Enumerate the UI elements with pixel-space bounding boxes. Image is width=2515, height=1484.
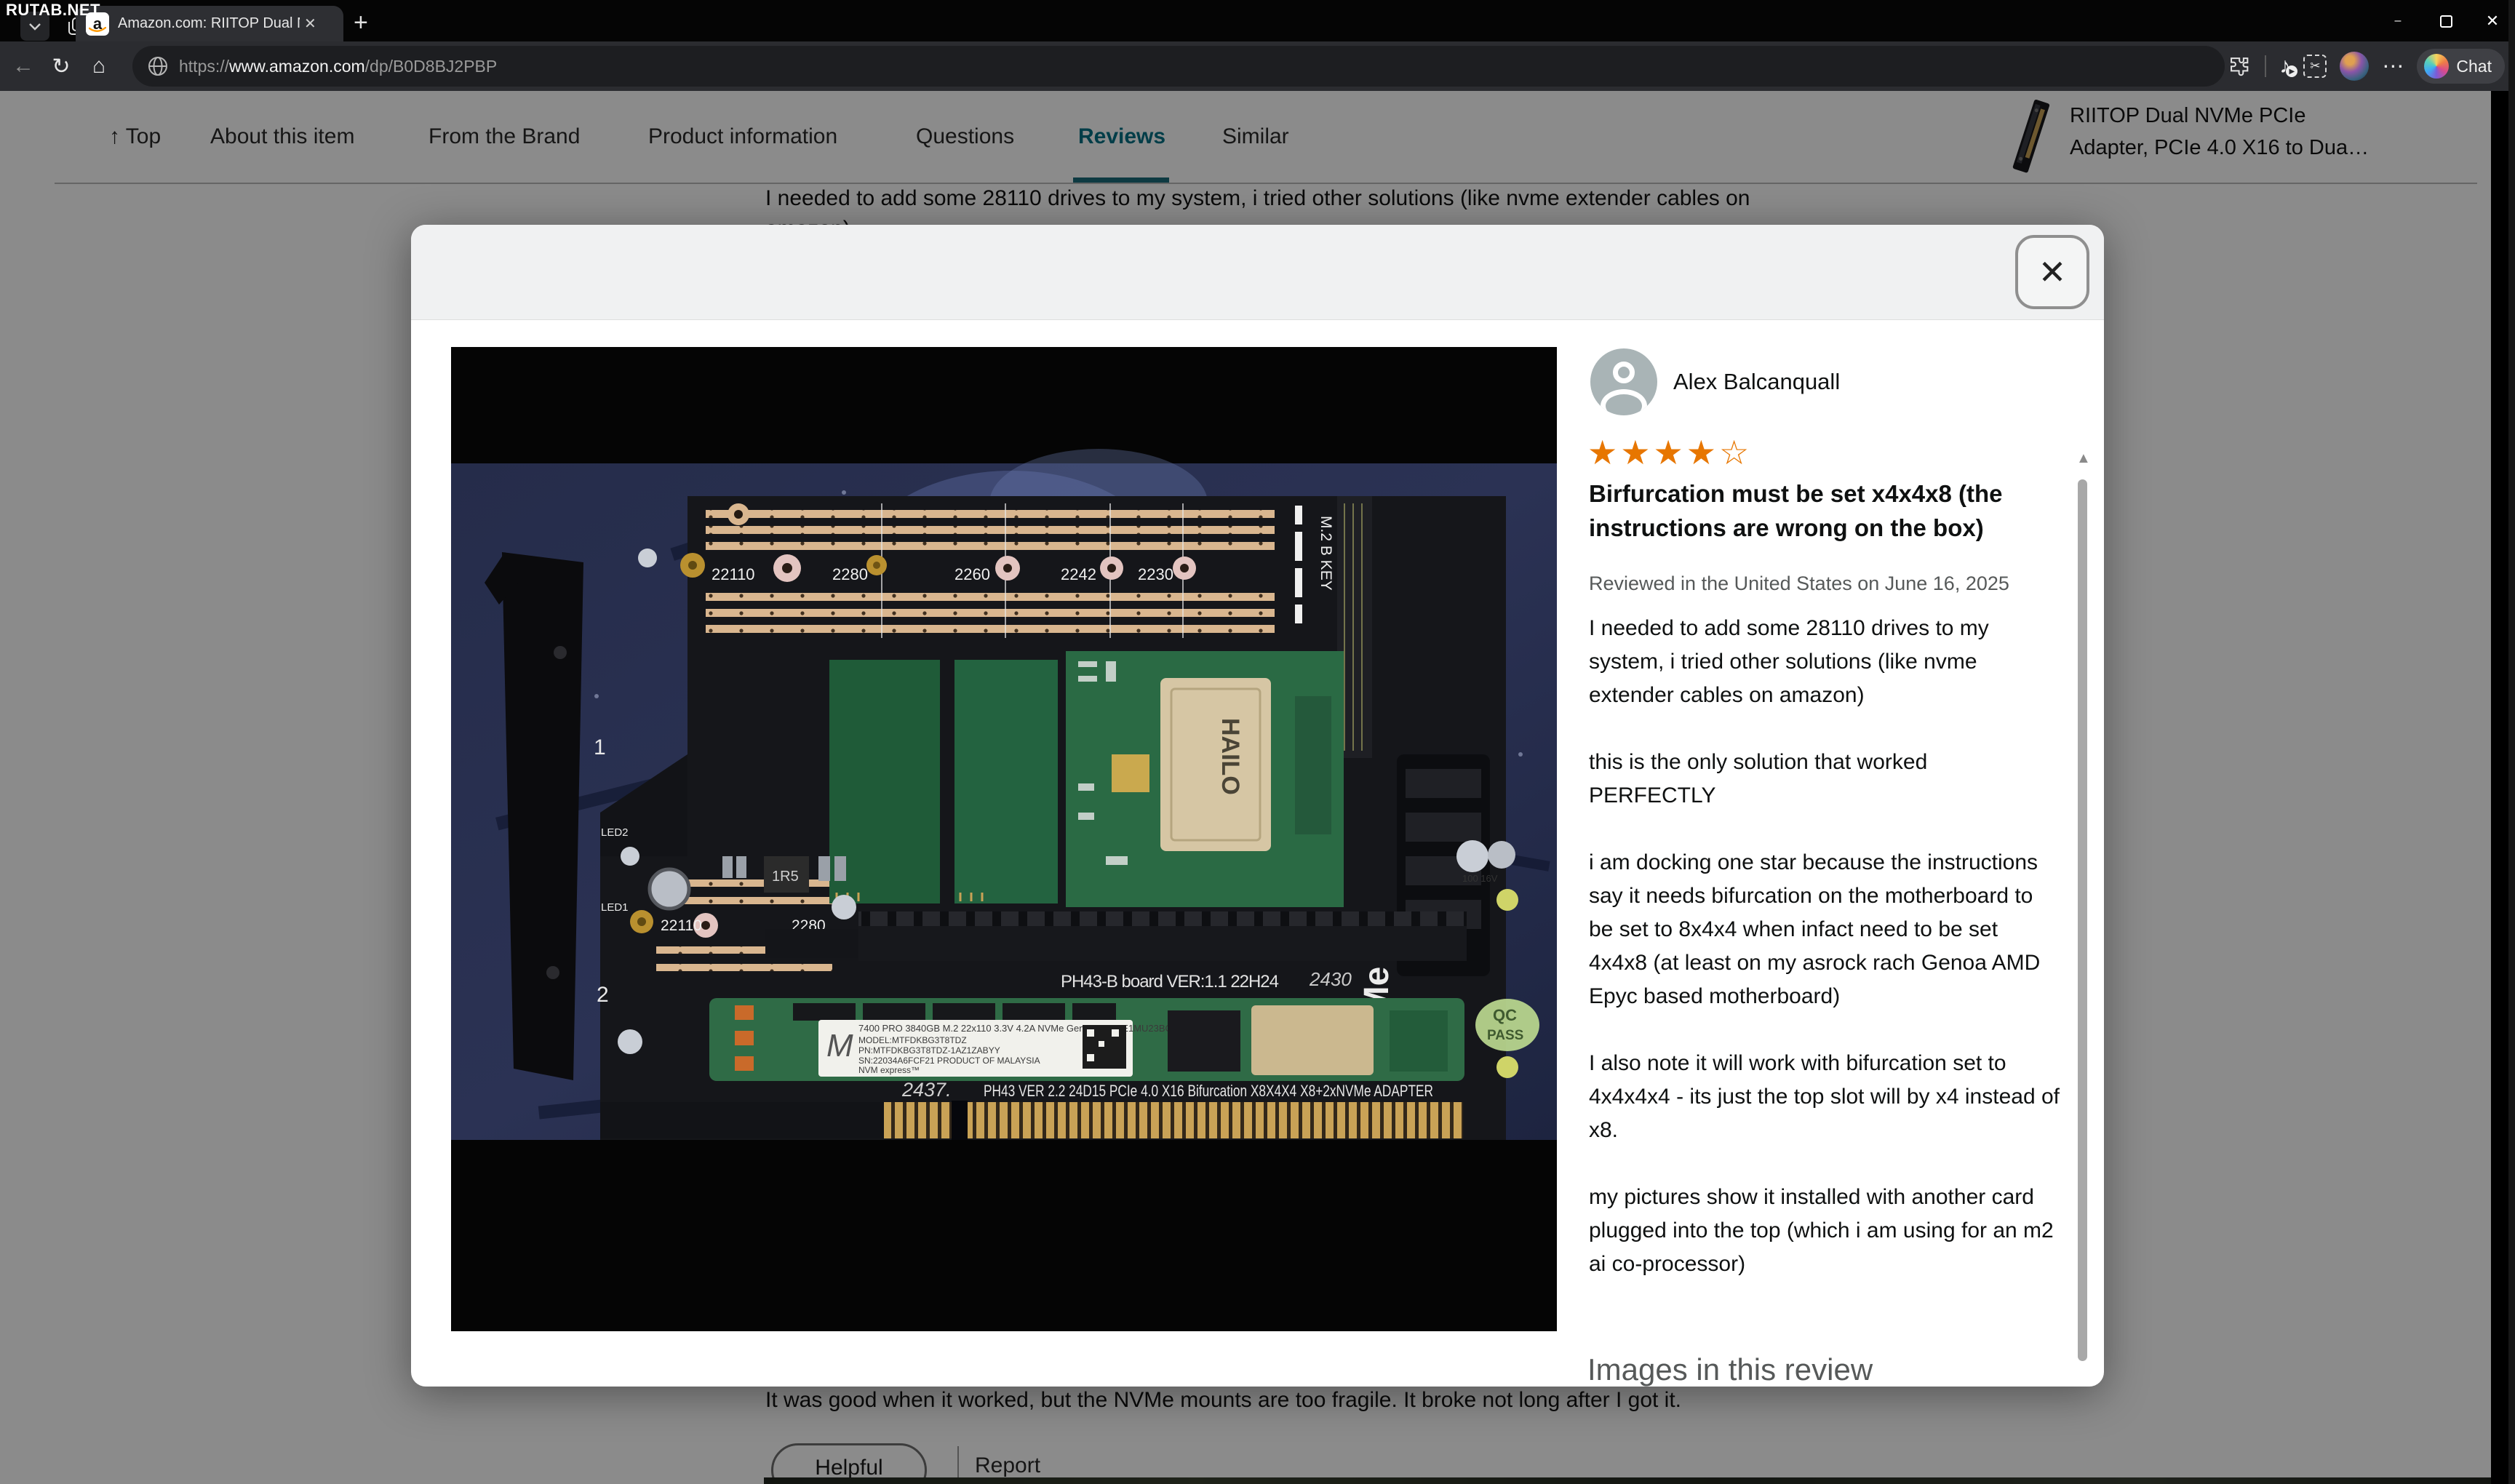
play-badge-icon: ▶ bbox=[2286, 65, 2297, 77]
review-paragraph: my pictures show it installed with anoth… bbox=[1589, 1181, 2060, 1281]
cap-label: 100 16V bbox=[1462, 873, 1498, 884]
handwritten-2437: 2437. bbox=[901, 1079, 952, 1101]
maximize-icon bbox=[2440, 15, 2452, 28]
panel-scroll-up-icon[interactable]: ▲ bbox=[2076, 450, 2091, 467]
review-paragraph: I needed to add some 28110 drives to my … bbox=[1589, 612, 2060, 712]
reviewer-name[interactable]: Alex Balcanquall bbox=[1673, 369, 1840, 395]
images-in-review-heading: Images in this review bbox=[1587, 1352, 1873, 1387]
ssd-label-line3: PN:MTFDKBG3T8TDZ-1AZ1ZABYY bbox=[858, 1045, 1000, 1056]
qc-label-1: QC bbox=[1493, 1006, 1517, 1024]
media-controls-icon[interactable]: ♪▶ bbox=[2279, 54, 2290, 79]
settings-menu-icon[interactable]: ⋯ bbox=[2382, 54, 2404, 79]
toolbar-divider bbox=[2265, 55, 2266, 77]
review-panel: Alex Balcanquall ★★★★☆ Birfurcation must… bbox=[1586, 341, 2095, 1360]
browser-chrome: a Amazon.com: RIITOP Dual NVMe P ✕ + – ✕… bbox=[0, 0, 2515, 91]
led2-label: LED2 bbox=[601, 826, 629, 839]
profile-avatar[interactable] bbox=[2340, 52, 2369, 81]
board1-silkscreen: PH43-B board VER:1.1 22H24 bbox=[1061, 972, 1279, 992]
star-rating: ★★★★☆ bbox=[1587, 433, 1752, 472]
window-edge bbox=[2508, 0, 2515, 1484]
inductor-label: 1R5 bbox=[772, 869, 799, 885]
review-paragraph: this is the only solution that worked PE… bbox=[1589, 746, 2060, 813]
slot2-number: 2 bbox=[597, 983, 609, 1007]
svg-text:2230: 2230 bbox=[1138, 565, 1173, 583]
tab-close-icon[interactable]: ✕ bbox=[304, 15, 316, 33]
hailo-chip-label: HAILO bbox=[1216, 718, 1244, 795]
m2-key-label: M.2 B KEY bbox=[1318, 516, 1334, 591]
svg-text:22110: 22110 bbox=[712, 565, 755, 583]
led1-label: LED1 bbox=[601, 901, 629, 914]
svg-text:2280: 2280 bbox=[832, 565, 868, 583]
review-paragraph: i am docking one star because the instru… bbox=[1589, 846, 2060, 1013]
pcie-gold-fingers bbox=[884, 1102, 1463, 1138]
avatar-person-icon bbox=[1613, 362, 1635, 383]
slot1-number: 1 bbox=[594, 735, 606, 759]
pci-bracket bbox=[502, 552, 583, 1080]
review-photo-illustration: 22110 2280 2260 2242 2230 M.2 B KEY bbox=[451, 347, 1557, 1331]
tab-title: Amazon.com: RIITOP Dual NVMe P bbox=[118, 15, 300, 32]
url-host: www.amazon.com bbox=[229, 57, 365, 76]
svg-text:2260: 2260 bbox=[954, 565, 990, 583]
filled-stars-icon: ★★★★ bbox=[1587, 434, 1719, 471]
browser-toolbar: ← ↻ ⌂ https://www.amazon.com/dp/B0D8BJ2P… bbox=[0, 41, 2515, 91]
empty-star-icon: ☆ bbox=[1719, 434, 1752, 471]
url-scheme: https:// bbox=[179, 57, 229, 76]
minimize-button[interactable]: – bbox=[2381, 7, 2415, 35]
svg-text:2242: 2242 bbox=[1061, 565, 1096, 583]
extensions-puzzle-icon[interactable] bbox=[2228, 55, 2252, 78]
refresh-button[interactable]: ↻ bbox=[42, 54, 80, 79]
micron-logo: M bbox=[826, 1028, 853, 1064]
review-image-modal: ✕ bbox=[411, 225, 2104, 1387]
modal-header bbox=[411, 225, 2104, 320]
new-tab-button[interactable]: + bbox=[354, 9, 368, 37]
copilot-chat-button[interactable]: Chat bbox=[2417, 49, 2505, 84]
browser-tab[interactable]: a Amazon.com: RIITOP Dual NVMe P ✕ bbox=[76, 6, 343, 41]
m2-length-label-row2: 22110 bbox=[661, 917, 702, 934]
panel-scrollbar-thumb[interactable] bbox=[2078, 479, 2087, 1361]
copilot-icon bbox=[2424, 54, 2449, 79]
window-close-button[interactable]: ✕ bbox=[2476, 7, 2509, 35]
globe-icon bbox=[147, 55, 169, 77]
home-button[interactable]: ⌂ bbox=[80, 54, 118, 79]
chevron-down-icon bbox=[28, 23, 41, 31]
watermark: RUTAB.NET bbox=[6, 1, 100, 20]
board2-silkscreen: PH43 VER 2.2 24D15 PCIe 4.0 X16 Bifurcat… bbox=[984, 1082, 1433, 1100]
qc-label-2: PASS bbox=[1487, 1028, 1523, 1043]
back-button[interactable]: ← bbox=[4, 54, 42, 79]
hailo-chip bbox=[1160, 678, 1271, 851]
review-date: Reviewed in the United States on June 16… bbox=[1589, 573, 2009, 595]
ssd-label-line4: SN:22034A6FCF21 PRODUCT OF MALAYSIA bbox=[858, 1056, 1040, 1066]
review-title: Birfurcation must be set x4x4x8 (the ins… bbox=[1589, 476, 2033, 545]
maximize-button[interactable] bbox=[2429, 7, 2463, 35]
page-content: ↑ Top About this item From the Brand Pro… bbox=[0, 91, 2491, 1484]
url-path: /dp/B0D8BJ2PBP bbox=[365, 57, 498, 76]
review-paragraph: I also note it will work with bifurcatio… bbox=[1589, 1047, 2060, 1147]
reviewer-avatar[interactable] bbox=[1590, 348, 1657, 415]
handwritten-2430: 2430 bbox=[1309, 968, 1352, 990]
url-text: https://www.amazon.com/dp/B0D8BJ2PBP bbox=[179, 57, 497, 76]
green-module-2 bbox=[954, 660, 1058, 903]
modal-close-button[interactable]: ✕ bbox=[2015, 235, 2089, 309]
review-body: I needed to add some 28110 drives to my … bbox=[1589, 612, 2060, 1315]
review-photo-large: 22110 2280 2260 2242 2230 M.2 B KEY bbox=[451, 347, 1557, 1331]
chat-label: Chat bbox=[2456, 57, 2492, 76]
web-capture-icon[interactable]: ✂ bbox=[2303, 55, 2327, 78]
toolbar-right-icons: ♪▶ ✂ ⋯ Chat bbox=[2228, 41, 2505, 91]
pcie-slot-ridges bbox=[858, 911, 1467, 928]
micron-ssd: M 7400 PRO 3840GB M.2 22x110 3.3V 4.2A N… bbox=[709, 998, 1464, 1081]
address-bar[interactable]: https://www.amazon.com/dp/B0D8BJ2PBP bbox=[132, 46, 2225, 87]
ssd-label-line2: MODEL:MTFDKBG3T8TDZ bbox=[858, 1035, 967, 1045]
ssd-label-line5: NVM express™ bbox=[858, 1065, 920, 1075]
